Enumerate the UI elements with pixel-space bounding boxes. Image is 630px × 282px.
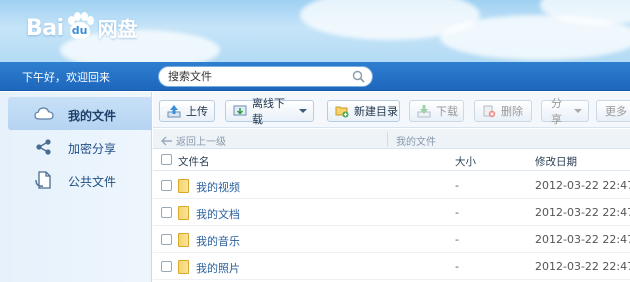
file-size: - [455, 233, 459, 246]
top-bar: 下午好，欢迎回来 [0, 62, 630, 91]
logo-paw-text: du [71, 24, 88, 37]
file-name-link[interactable]: 我的视频 [196, 179, 240, 195]
paw-icon: du [65, 12, 95, 42]
row-checkbox[interactable] [161, 261, 172, 272]
search-input[interactable] [168, 70, 348, 83]
upload-icon [167, 104, 181, 118]
row-checkbox[interactable] [161, 180, 172, 191]
folder-icon [178, 260, 189, 274]
logo-text: Bai [26, 16, 64, 41]
file-date: 2012-03-22 22:47 [535, 179, 630, 192]
table-row[interactable]: 我的音乐 - 2012-03-22 22:47 [153, 226, 630, 253]
new-folder-label: 新建目录 [354, 105, 398, 118]
offline-download-label: 离线下载 [252, 97, 285, 126]
download-label: 下载 [436, 105, 458, 118]
offline-download-button[interactable]: 离线下载 [225, 97, 314, 126]
sidebar-item-label: 加密分享 [68, 142, 117, 156]
file-date: 2012-03-22 22:47 [535, 233, 630, 246]
back-arrow-icon [161, 136, 172, 145]
file-date: 2012-03-22 22:47 [535, 206, 630, 219]
share-icon [34, 138, 54, 156]
share-label: 分享 [551, 97, 562, 126]
back-label: 返回上一级 [176, 137, 226, 148]
column-header-size[interactable]: 大小 [455, 154, 476, 169]
share-button[interactable]: 分享 [541, 97, 589, 126]
header-banner: Bai du 网盘 [0, 0, 630, 62]
chevron-down-icon [299, 109, 307, 113]
new-folder-button[interactable]: 新建目录 [327, 100, 400, 122]
logo-product-name: 网盘 [97, 17, 138, 41]
file-name-link[interactable]: 我的照片 [196, 260, 240, 276]
greeting-text: 下午好，欢迎回来 [22, 71, 110, 84]
sidebar-item-encrypted-share[interactable]: 加密分享 [8, 130, 152, 163]
select-all-checkbox[interactable] [161, 154, 172, 165]
table-row[interactable]: 我的视频 - 2012-03-22 22:47 [153, 172, 630, 199]
search-box[interactable] [158, 66, 373, 87]
toolbar: 上传 离线下载 新建目录 下载 删除 分享 更多 [153, 92, 630, 128]
file-size: - [455, 206, 459, 219]
table-row[interactable]: 我的照片 - 2012-03-22 22:47 [153, 253, 630, 280]
upload-button[interactable]: 上传 [159, 100, 215, 122]
more-button[interactable]: 更多 [596, 100, 630, 122]
folder-icon [178, 233, 189, 247]
file-size: - [455, 260, 459, 273]
row-checkbox[interactable] [161, 234, 172, 245]
breadcrumb: 返回上一级 我的文件 [153, 129, 630, 149]
table-header: 文件名 大小 修改日期 [153, 150, 630, 171]
sidebar-item-label: 我的文件 [68, 109, 117, 123]
offline-download-icon [233, 104, 247, 118]
sidebar-item-label: 公共文件 [68, 175, 117, 189]
folder-icon [178, 179, 189, 193]
delete-icon [482, 104, 496, 118]
table-row[interactable]: 我的文档 - 2012-03-22 22:47 [153, 199, 630, 226]
baidu-pan-logo[interactable]: Bai du 网盘 [26, 12, 138, 42]
back-button[interactable]: 返回上一级 [161, 133, 226, 148]
sidebar-item-my-files[interactable]: 我的文件 [8, 97, 152, 130]
delete-label: 删除 [501, 105, 523, 118]
breadcrumb-divider [387, 132, 388, 146]
column-header-date[interactable]: 修改日期 [535, 154, 577, 169]
search-icon[interactable] [352, 70, 365, 86]
upload-label: 上传 [186, 105, 208, 118]
cloud-icon [34, 105, 54, 123]
delete-button[interactable]: 删除 [474, 100, 532, 122]
new-folder-icon [335, 104, 349, 118]
file-name-link[interactable]: 我的文档 [196, 206, 240, 222]
column-header-name[interactable]: 文件名 [178, 154, 210, 169]
folder-icon [178, 206, 189, 220]
file-date: 2012-03-22 22:47 [535, 260, 630, 273]
sidebar-item-public-files[interactable]: 公共文件 [8, 163, 152, 196]
public-file-icon [34, 171, 54, 189]
breadcrumb-current: 我的文件 [396, 137, 436, 148]
file-name-link[interactable]: 我的音乐 [196, 233, 240, 249]
file-size: - [455, 179, 459, 192]
more-label: 更多 [605, 105, 627, 118]
sidebar: 我的文件 加密分享 公共文件 [0, 92, 152, 282]
chevron-down-icon [574, 109, 582, 113]
download-icon [417, 104, 431, 118]
download-button[interactable]: 下载 [409, 100, 464, 122]
row-checkbox[interactable] [161, 207, 172, 218]
